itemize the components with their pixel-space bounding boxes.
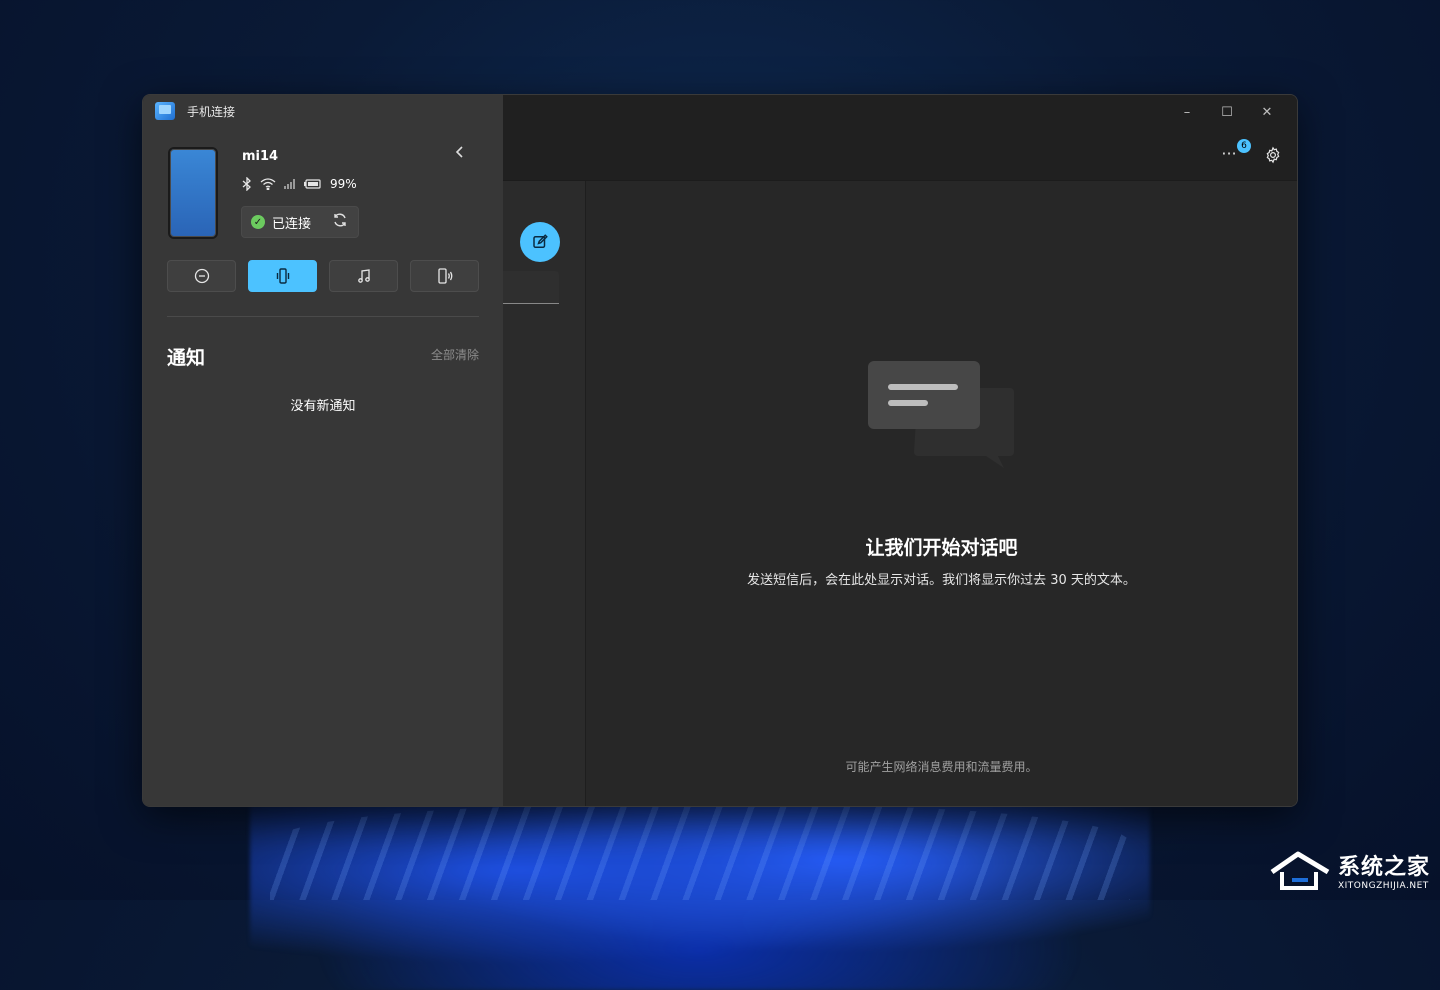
watermark-english: XITONGZHIJIA.NET <box>1337 881 1429 891</box>
app-title: 手机连接 <box>187 104 236 119</box>
refresh-button[interactable] <box>330 212 350 232</box>
messages-pane: – ☐ ✕ ··· 6 让我们开始对话吧 发送短信后，会在此处显示对话。我们将显… <box>503 95 1297 806</box>
quick-actions <box>167 260 479 292</box>
phone-audio-icon <box>437 268 452 284</box>
device-status-row: 99% <box>242 177 357 191</box>
check-circle-icon: ✓ <box>251 215 265 229</box>
close-button[interactable]: ✕ <box>1247 101 1287 123</box>
phone-link-app-icon <box>155 102 175 120</box>
battery-level: 99% <box>330 177 357 191</box>
phone-audio-button[interactable] <box>410 260 479 292</box>
phone-thumbnail <box>168 147 218 239</box>
bluetooth-icon <box>242 177 251 191</box>
do-not-disturb-icon <box>194 268 209 284</box>
chat-area: 让我们开始对话吧 发送短信后，会在此处显示对话。我们将显示你过去 30 天的文本… <box>586 181 1297 806</box>
charges-note: 可能产生网络消息费用和流量费用。 <box>845 760 1038 774</box>
refresh-icon <box>334 213 346 227</box>
maximize-button[interactable]: ☐ <box>1207 101 1247 123</box>
collapse-panel-button[interactable] <box>449 141 471 163</box>
clear-all-link[interactable]: 全部清除 <box>431 346 479 363</box>
minimize-button[interactable]: – <box>1167 101 1207 123</box>
connection-status-text: 已连接 <box>272 216 312 232</box>
compose-icon <box>533 234 548 248</box>
vibrate-icon <box>276 268 289 284</box>
notification-count-badge: 6 <box>1237 139 1251 153</box>
empty-state-subtitle: 发送短信后，会在此处显示对话。我们将显示你过去 30 天的文本。 <box>747 573 1136 588</box>
house-logo-icon <box>1270 851 1330 890</box>
media-button[interactable] <box>329 260 398 292</box>
chat-bubbles-icon <box>868 361 1014 468</box>
device-panel: 手机连接 mi14 99% ✓ 已连接 通知 全部清除 没有新通知 <box>143 95 503 806</box>
notifications-heading: 通知 <box>167 347 206 369</box>
divider <box>167 316 479 317</box>
window-controls: – ☐ ✕ <box>1167 101 1287 123</box>
site-watermark: 系统之家 XITONGZHIJIA.NET <box>1268 848 1430 892</box>
gear-icon <box>1266 146 1280 164</box>
music-icon <box>357 269 370 283</box>
vibrate-button[interactable] <box>248 260 317 292</box>
conversation-search-input[interactable] <box>503 271 559 304</box>
new-message-button[interactable] <box>520 222 560 262</box>
watermark-chinese: 系统之家 <box>1337 855 1430 880</box>
desktop-wallpaper-stripes <box>270 805 1130 900</box>
do-not-disturb-button[interactable] <box>167 260 236 292</box>
connection-status: ✓ 已连接 <box>241 206 359 238</box>
signal-icon <box>284 179 295 189</box>
wifi-icon <box>260 178 276 190</box>
battery-icon <box>304 179 321 189</box>
no-notifications-text: 没有新通知 <box>290 399 356 414</box>
device-name: mi14 <box>242 149 279 164</box>
top-bar: – ☐ ✕ ··· 6 <box>503 95 1297 181</box>
settings-button[interactable] <box>1261 143 1285 167</box>
title-bar: 手机连接 <box>155 101 235 121</box>
empty-state-title: 让我们开始对话吧 <box>865 537 1018 559</box>
conversation-list <box>503 181 586 806</box>
chevron-left-icon <box>455 146 463 158</box>
phone-link-window: – ☐ ✕ ··· 6 让我们开始对话吧 发送短信后，会在此处显示对话。我们将显… <box>142 94 1298 807</box>
